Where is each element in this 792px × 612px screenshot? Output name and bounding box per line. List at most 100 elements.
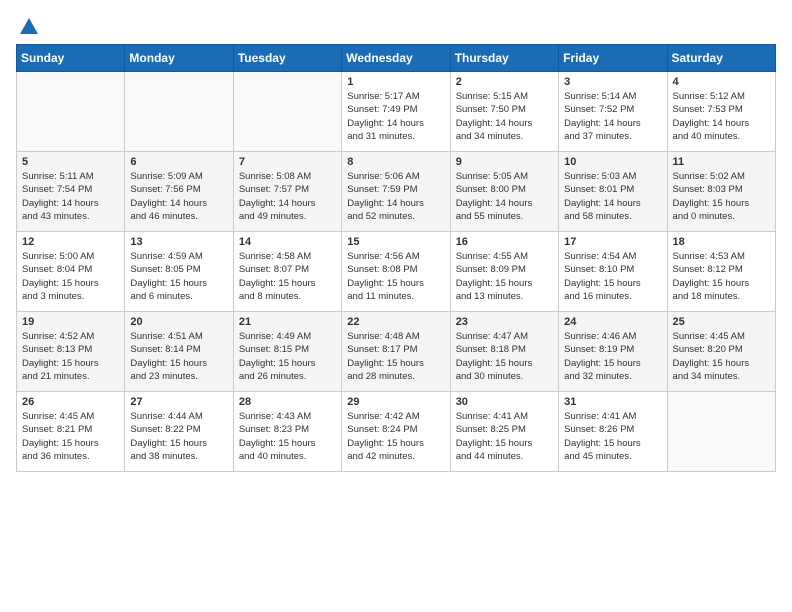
day-number: 12: [22, 236, 119, 248]
calendar-cell: 20 Sunrise: 4:51 AM Sunset: 8:14 PM Dayli…: [125, 312, 233, 392]
calendar-cell: 17 Sunrise: 4:54 AM Sunset: 8:10 PM Dayli…: [559, 232, 667, 312]
calendar-cell: 12 Sunrise: 5:00 AM Sunset: 8:04 PM Dayli…: [17, 232, 125, 312]
calendar-header-friday: Friday: [559, 45, 667, 72]
day-number: 5: [22, 156, 119, 168]
day-info: Sunrise: 4:48 AM Sunset: 8:17 PM Dayligh…: [347, 330, 444, 383]
day-info: Sunrise: 4:43 AM Sunset: 8:23 PM Dayligh…: [239, 410, 336, 463]
calendar-week-4: 19Sunrise: 4:52 AM Sunset: 8:13 PM Dayli…: [17, 312, 776, 392]
day-info: Sunrise: 4:44 AM Sunset: 8:22 PM Dayligh…: [130, 410, 227, 463]
day-number: 4: [673, 76, 770, 88]
calendar-cell: 9 Sunrise: 5:05 AM Sunset: 8:00 PM Daylig…: [450, 152, 558, 232]
logo: [16, 16, 40, 34]
day-number: 17: [564, 236, 661, 248]
day-number: 11: [673, 156, 770, 168]
day-number: 30: [456, 396, 553, 408]
calendar-cell: 16 Sunrise: 4:55 AM Sunset: 8:09 PM Dayli…: [450, 232, 558, 312]
calendar-week-1: 1 Sunrise: 5:17 AM Sunset: 7:49 PM Daylig…: [17, 72, 776, 152]
day-info: Sunrise: 5:08 AM Sunset: 7:57 PM Dayligh…: [239, 170, 336, 223]
day-info: Sunrise: 5:00 AM Sunset: 8:04 PM Dayligh…: [22, 250, 119, 303]
day-info: Sunrise: 5:12 AM Sunset: 7:53 PM Dayligh…: [673, 90, 770, 143]
calendar-week-2: 5 Sunrise: 5:11 AM Sunset: 7:54 PM Daylig…: [17, 152, 776, 232]
calendar-header-sunday: Sunday: [17, 45, 125, 72]
calendar-cell: [17, 72, 125, 152]
calendar-cell: 1 Sunrise: 5:17 AM Sunset: 7:49 PM Daylig…: [342, 72, 450, 152]
calendar-cell: 21 Sunrise: 4:49 AM Sunset: 8:15 PM Dayli…: [233, 312, 341, 392]
day-info: Sunrise: 4:54 AM Sunset: 8:10 PM Dayligh…: [564, 250, 661, 303]
calendar-cell: 6 Sunrise: 5:09 AM Sunset: 7:56 PM Daylig…: [125, 152, 233, 232]
day-number: 3: [564, 76, 661, 88]
calendar-cell: 18 Sunrise: 4:53 AM Sunset: 8:12 PM Dayli…: [667, 232, 775, 312]
day-info: Sunrise: 4:46 AM Sunset: 8:19 PM Dayligh…: [564, 330, 661, 383]
day-number: 20: [130, 316, 227, 328]
calendar-header-monday: Monday: [125, 45, 233, 72]
day-number: 22: [347, 316, 444, 328]
day-number: 31: [564, 396, 661, 408]
calendar-cell: 27Sunrise: 4:44 AM Sunset: 8:22 PM Dayli…: [125, 392, 233, 472]
day-number: 16: [456, 236, 553, 248]
logo-icon: [18, 16, 40, 38]
calendar-cell: 25 Sunrise: 4:45 AM Sunset: 8:20 PM Dayli…: [667, 312, 775, 392]
day-info: Sunrise: 5:15 AM Sunset: 7:50 PM Dayligh…: [456, 90, 553, 143]
calendar-header-thursday: Thursday: [450, 45, 558, 72]
day-info: Sunrise: 5:11 AM Sunset: 7:54 PM Dayligh…: [22, 170, 119, 223]
calendar-cell: 29 Sunrise: 4:42 AM Sunset: 8:24 PM Dayli…: [342, 392, 450, 472]
day-number: 10: [564, 156, 661, 168]
day-number: 29: [347, 396, 444, 408]
day-number: 28: [239, 396, 336, 408]
day-number: 18: [673, 236, 770, 248]
calendar-cell: 15 Sunrise: 4:56 AM Sunset: 8:08 PM Dayli…: [342, 232, 450, 312]
day-number: 26: [22, 396, 119, 408]
calendar-cell: 24 Sunrise: 4:46 AM Sunset: 8:19 PM Dayli…: [559, 312, 667, 392]
day-info: Sunrise: 4:45 AM Sunset: 8:21 PM Dayligh…: [22, 410, 119, 463]
day-number: 9: [456, 156, 553, 168]
day-info: Sunrise: 5:17 AM Sunset: 7:49 PM Dayligh…: [347, 90, 444, 143]
day-info: Sunrise: 4:47 AM Sunset: 8:18 PM Dayligh…: [456, 330, 553, 383]
day-info: Sunrise: 4:56 AM Sunset: 8:08 PM Dayligh…: [347, 250, 444, 303]
day-number: 24: [564, 316, 661, 328]
day-info: Sunrise: 5:14 AM Sunset: 7:52 PM Dayligh…: [564, 90, 661, 143]
day-number: 13: [130, 236, 227, 248]
calendar-cell: [233, 72, 341, 152]
day-info: Sunrise: 5:09 AM Sunset: 7:56 PM Dayligh…: [130, 170, 227, 223]
calendar-cell: 30Sunrise: 4:41 AM Sunset: 8:25 PM Dayli…: [450, 392, 558, 472]
calendar-cell: 3 Sunrise: 5:14 AM Sunset: 7:52 PM Daylig…: [559, 72, 667, 152]
day-info: Sunrise: 4:49 AM Sunset: 8:15 PM Dayligh…: [239, 330, 336, 383]
calendar-header-saturday: Saturday: [667, 45, 775, 72]
day-info: Sunrise: 5:03 AM Sunset: 8:01 PM Dayligh…: [564, 170, 661, 223]
day-info: Sunrise: 5:02 AM Sunset: 8:03 PM Dayligh…: [673, 170, 770, 223]
day-info: Sunrise: 5:06 AM Sunset: 7:59 PM Dayligh…: [347, 170, 444, 223]
day-number: 6: [130, 156, 227, 168]
calendar-cell: 10 Sunrise: 5:03 AM Sunset: 8:01 PM Dayli…: [559, 152, 667, 232]
calendar-cell: 13Sunrise: 4:59 AM Sunset: 8:05 PM Dayli…: [125, 232, 233, 312]
day-info: Sunrise: 4:45 AM Sunset: 8:20 PM Dayligh…: [673, 330, 770, 383]
day-number: 21: [239, 316, 336, 328]
day-number: 1: [347, 76, 444, 88]
calendar-week-5: 26 Sunrise: 4:45 AM Sunset: 8:21 PM Dayli…: [17, 392, 776, 472]
day-info: Sunrise: 5:05 AM Sunset: 8:00 PM Dayligh…: [456, 170, 553, 223]
calendar-cell: 22 Sunrise: 4:48 AM Sunset: 8:17 PM Dayli…: [342, 312, 450, 392]
calendar-cell: 2 Sunrise: 5:15 AM Sunset: 7:50 PM Daylig…: [450, 72, 558, 152]
day-info: Sunrise: 4:58 AM Sunset: 8:07 PM Dayligh…: [239, 250, 336, 303]
calendar-cell: 31Sunrise: 4:41 AM Sunset: 8:26 PM Dayli…: [559, 392, 667, 472]
calendar-header-row: SundayMondayTuesdayWednesdayThursdayFrid…: [17, 45, 776, 72]
page-header: [16, 16, 776, 34]
day-number: 23: [456, 316, 553, 328]
calendar-cell: 28 Sunrise: 4:43 AM Sunset: 8:23 PM Dayli…: [233, 392, 341, 472]
day-number: 8: [347, 156, 444, 168]
day-info: Sunrise: 4:51 AM Sunset: 8:14 PM Dayligh…: [130, 330, 227, 383]
calendar-cell: 26 Sunrise: 4:45 AM Sunset: 8:21 PM Dayli…: [17, 392, 125, 472]
calendar-cell: 8 Sunrise: 5:06 AM Sunset: 7:59 PM Daylig…: [342, 152, 450, 232]
day-info: Sunrise: 4:55 AM Sunset: 8:09 PM Dayligh…: [456, 250, 553, 303]
calendar-cell: [667, 392, 775, 472]
day-info: Sunrise: 4:42 AM Sunset: 8:24 PM Dayligh…: [347, 410, 444, 463]
day-number: 2: [456, 76, 553, 88]
calendar-week-3: 12 Sunrise: 5:00 AM Sunset: 8:04 PM Dayli…: [17, 232, 776, 312]
day-number: 25: [673, 316, 770, 328]
calendar-cell: 4 Sunrise: 5:12 AM Sunset: 7:53 PM Daylig…: [667, 72, 775, 152]
day-info: Sunrise: 4:53 AM Sunset: 8:12 PM Dayligh…: [673, 250, 770, 303]
day-number: 15: [347, 236, 444, 248]
calendar-cell: [125, 72, 233, 152]
calendar-table: SundayMondayTuesdayWednesdayThursdayFrid…: [16, 44, 776, 472]
calendar-cell: 7Sunrise: 5:08 AM Sunset: 7:57 PM Daylig…: [233, 152, 341, 232]
calendar-cell: 19Sunrise: 4:52 AM Sunset: 8:13 PM Dayli…: [17, 312, 125, 392]
